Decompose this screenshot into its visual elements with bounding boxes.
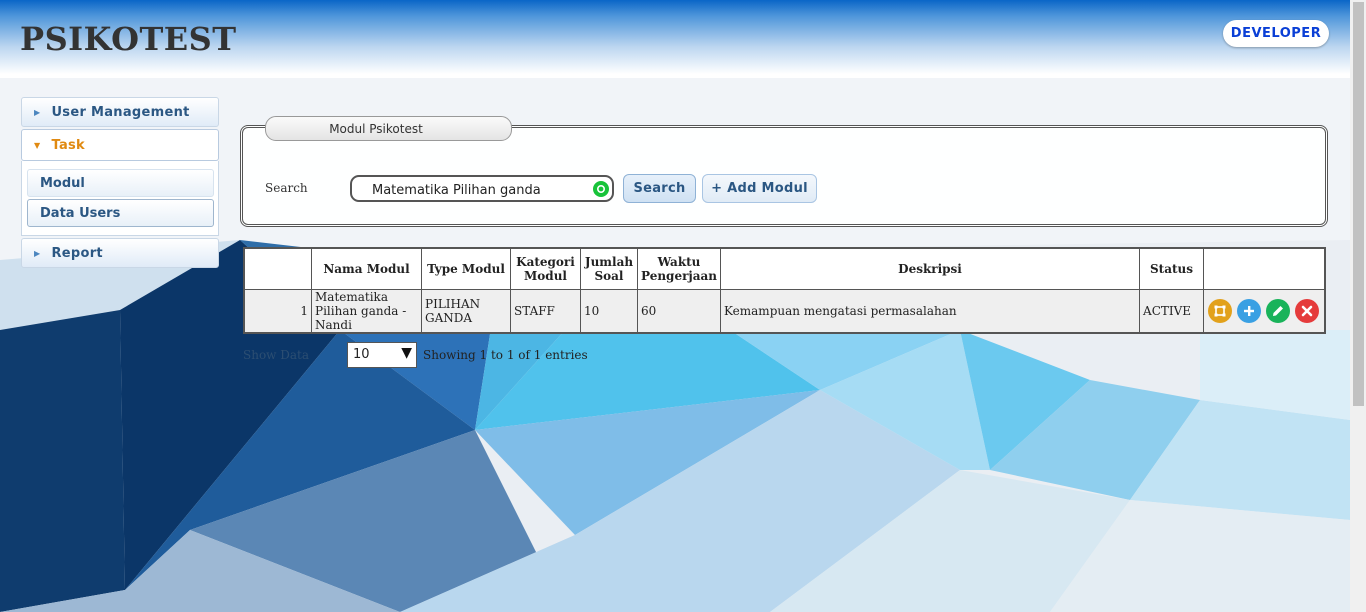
delete-icon[interactable] (1295, 299, 1320, 323)
chevron-down-icon: ▼ (401, 345, 412, 361)
column-header-deskripsi: Deskripsi (720, 247, 1141, 290)
sidebar-item-task[interactable]: ▼ Task (21, 129, 219, 161)
cell-status: ACTIVE (1139, 289, 1205, 334)
column-header-actions (1203, 247, 1326, 290)
cell-deskripsi: Kemampuan mengatasi permasalahan (720, 289, 1141, 334)
header-bar: PSIKOTEST DEVELOPER (0, 0, 1350, 78)
cell-waktu-pengerjaan: 60 (636, 289, 722, 334)
role-button[interactable]: DEVELOPER (1223, 20, 1329, 47)
column-header-nama-modul: Nama Modul (311, 247, 422, 290)
vertical-scrollbar[interactable] (1350, 0, 1366, 612)
page-size-select[interactable]: 10 ▼ (347, 342, 417, 368)
column-header-status: Status (1139, 247, 1205, 290)
submenu-item-modul[interactable]: Modul (27, 169, 214, 197)
page-size-value: 10 (353, 347, 370, 362)
search-field[interactable] (350, 175, 614, 202)
column-header-jumlah-soal: Jumlah Soal (580, 247, 638, 290)
search-input[interactable] (370, 180, 584, 200)
preview-icon[interactable] (1208, 299, 1233, 323)
clear-search-icon[interactable] (593, 181, 609, 197)
column-header-no (243, 247, 312, 290)
sidebar-item-label: Report (51, 245, 103, 261)
triangle-right-icon: ▶ (34, 248, 41, 258)
table-row: 1 Matematika Pilihan ganda -Nandi PILIHA… (243, 289, 1326, 334)
column-header-kategori-modul: Kategori Modul (510, 247, 581, 290)
show-data-label: Show Data (243, 348, 310, 362)
add-modul-button[interactable]: + Add Modul (702, 174, 817, 203)
entries-info: Showing 1 to 1 of 1 entries (423, 348, 588, 362)
add-icon[interactable] (1237, 299, 1262, 323)
edit-icon[interactable] (1266, 299, 1291, 323)
cell-actions (1203, 289, 1326, 334)
sidebar-item-label: User Management (51, 104, 190, 120)
panel-legend: Modul Psikotest (265, 116, 512, 141)
cell-no: 1 (243, 289, 312, 334)
search-label: Search (265, 181, 308, 195)
sidebar-item-label: Task (51, 137, 86, 153)
cell-jumlah-soal: 10 (580, 289, 638, 334)
modul-table: Nama Modul Type Modul Kategori Modul Jum… (243, 247, 1326, 334)
triangle-right-icon: ▶ (34, 107, 41, 117)
scrollbar-thumb[interactable] (1353, 2, 1364, 406)
sidebar-item-user-management[interactable]: ▶ User Management (21, 97, 219, 127)
cell-nama-modul: Matematika Pilihan ganda -Nandi (311, 289, 422, 334)
column-header-waktu-pengerjaan: Waktu Pengerjaan (636, 247, 722, 290)
triangle-down-icon: ▼ (34, 140, 41, 150)
submenu-item-data-users[interactable]: Data Users (27, 199, 214, 227)
search-button[interactable]: Search (623, 174, 696, 203)
sidebar-item-report[interactable]: ▶ Report (21, 238, 219, 268)
column-header-type-modul: Type Modul (421, 247, 511, 290)
table-header-row: Nama Modul Type Modul Kategori Modul Jum… (243, 247, 1326, 290)
task-submenu: Modul Data Users (21, 161, 219, 236)
sidebar: ▶ User Management ▼ Task Modul Data User… (21, 97, 219, 268)
row-actions (1207, 299, 1321, 323)
app-title: PSIKOTEST (20, 20, 237, 58)
cell-type-modul: PILIHAN GANDA (421, 289, 511, 334)
cell-kategori-modul: STAFF (510, 289, 581, 334)
